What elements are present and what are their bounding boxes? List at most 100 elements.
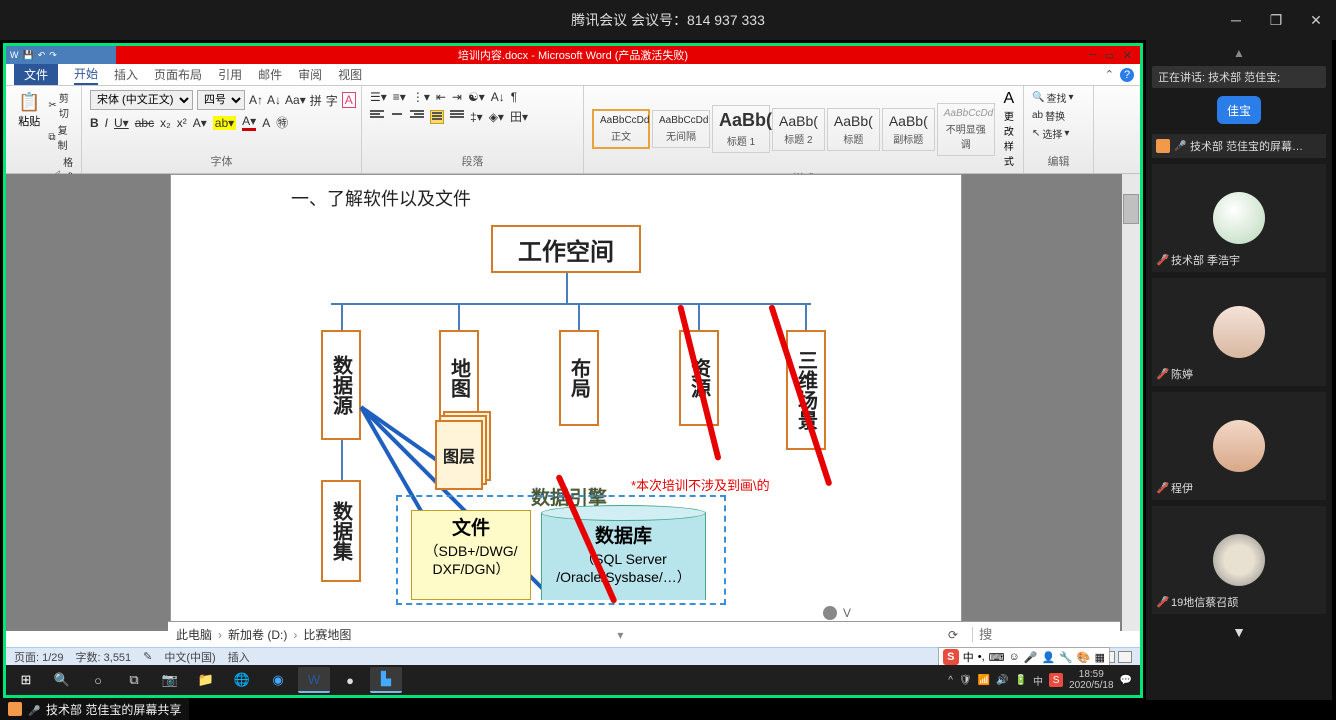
chrome-icon[interactable]: 🌐 <box>226 667 258 693</box>
status-lang[interactable]: 中文(中国) <box>164 649 215 665</box>
breadcrumb-drive[interactable]: 新加卷 (D:) <box>228 626 287 643</box>
word-taskbar-icon[interactable]: W <box>298 667 330 693</box>
camera-icon[interactable]: 📷 <box>154 667 186 693</box>
undo-icon[interactable]: ↶ <box>38 50 46 61</box>
style-subtle[interactable]: AaBbCcDd不明显强调 <box>937 103 995 156</box>
ime-toolbar[interactable]: S 中 •, ⌨ ☺ 🎤 👤 🔧 🎨 ▦ <box>938 647 1110 667</box>
start-button[interactable]: ⊞ <box>10 667 42 693</box>
ribbon-collapse-icon[interactable]: ⌃ <box>1105 68 1114 82</box>
box-icon[interactable]: ▦ <box>1095 651 1105 664</box>
italic-button[interactable]: I <box>105 116 108 130</box>
app-icon-tan[interactable]: ● <box>334 667 366 693</box>
breadcrumb-root[interactable]: 此电脑 <box>176 626 212 643</box>
indent-inc-button[interactable]: ⇥ <box>452 90 462 104</box>
copy-button[interactable]: ⧉复制 <box>48 122 73 152</box>
style-nospacing[interactable]: AaBbCcDd无间隔 <box>652 110 710 148</box>
tab-file[interactable]: 文件 <box>14 64 58 85</box>
shrink-font-button[interactable]: A↓ <box>267 93 281 107</box>
word-maximize-button[interactable]: ▭ <box>1104 49 1114 62</box>
cut-button[interactable]: ✂剪切 <box>48 90 73 120</box>
style-heading1[interactable]: AaBb(标题 1 <box>712 105 770 153</box>
quick-access-toolbar[interactable]: W 💾 ↶ ↷ <box>6 46 116 64</box>
ime-lang[interactable]: 中 <box>963 649 974 665</box>
keyboard-icon[interactable]: ⌨ <box>989 651 1005 664</box>
sort-button[interactable]: A↓ <box>491 90 505 104</box>
participant-card[interactable]: 陈婷 <box>1152 278 1326 386</box>
redo-icon[interactable]: ↷ <box>49 50 57 61</box>
screen-share-indicator[interactable]: 技术部 范佳宝的屏幕… <box>1152 134 1326 158</box>
volume-icon[interactable]: 🔊 <box>996 675 1008 686</box>
search-button[interactable]: 🔍 <box>46 667 78 693</box>
tab-home[interactable]: 开始 <box>74 65 98 85</box>
participant-card[interactable]: 技术部 季浩宇 <box>1152 164 1326 272</box>
person-icon[interactable]: 👤 <box>1041 651 1055 664</box>
minimize-button[interactable]: ─ <box>1216 0 1256 40</box>
line-spacing-button[interactable]: ‡▾ <box>470 110 483 124</box>
tab-review[interactable]: 审阅 <box>298 66 322 83</box>
skin-icon[interactable]: 🎨 <box>1077 651 1091 664</box>
multilevel-button[interactable]: ⋮▾ <box>412 90 430 104</box>
style-normal[interactable]: AaBbCcDd正文 <box>592 109 650 149</box>
bullets-button[interactable]: ☰▾ <box>370 90 387 104</box>
wifi-icon[interactable]: 📶 <box>978 675 990 686</box>
align-center-button[interactable] <box>390 110 404 124</box>
cortana-icon[interactable]: ○ <box>82 667 114 693</box>
close-button[interactable]: ✕ <box>1296 0 1336 40</box>
ime-tray-icon[interactable]: 中 <box>1033 673 1043 688</box>
tab-references[interactable]: 引用 <box>218 66 242 83</box>
participant-card[interactable]: 程伊 <box>1152 392 1326 500</box>
highlight-button[interactable]: ab▾ <box>213 116 236 130</box>
status-mode[interactable]: 插入 <box>228 649 250 665</box>
scroll-down-button[interactable]: ▼ <box>1152 620 1326 644</box>
strike-button[interactable]: abc <box>135 116 154 130</box>
enclose-char-button[interactable]: ㊕ <box>276 114 288 131</box>
style-title[interactable]: AaBb(标题 <box>827 108 880 151</box>
change-case-button[interactable]: Aa▾ <box>285 93 306 107</box>
font-size-select[interactable]: 四号 <box>197 90 245 110</box>
borders-button[interactable]: 田▾ <box>510 108 528 125</box>
save-icon[interactable]: 💾 <box>23 50 34 61</box>
status-proof-icon[interactable]: ✎ <box>143 650 152 663</box>
change-styles-button[interactable]: A 更改样式 <box>1003 90 1015 168</box>
char-border-button[interactable]: 字 <box>326 92 338 109</box>
phonetic-guide-button[interactable]: 拼 <box>310 92 322 109</box>
mic-icon[interactable]: 🎤 <box>1024 651 1038 664</box>
char-shading-button[interactable]: A <box>262 116 270 130</box>
bold-button[interactable]: B <box>90 116 99 130</box>
indent-dec-button[interactable]: ⇤ <box>436 90 446 104</box>
numbering-button[interactable]: ≡▾ <box>393 90 406 104</box>
align-justify-button[interactable] <box>430 110 444 124</box>
sogou-tray-icon[interactable]: S <box>1049 673 1063 687</box>
vertical-scrollbar[interactable] <box>1122 174 1140 631</box>
app-icon-blue[interactable]: ◉ <box>262 667 294 693</box>
style-heading2[interactable]: AaBb(标题 2 <box>772 108 825 151</box>
word-minimize-button[interactable]: ─ <box>1089 49 1097 62</box>
search-input[interactable] <box>972 627 1112 642</box>
participant-card[interactable]: 19地信蔡召颉 <box>1152 506 1326 614</box>
sogou-icon[interactable]: S <box>943 649 959 665</box>
shading-button[interactable]: ◈▾ <box>489 110 504 124</box>
show-marks-button[interactable]: ¶ <box>511 90 517 104</box>
breadcrumb-folder[interactable]: 比赛地图 <box>303 626 351 643</box>
status-page[interactable]: 页面: 1/29 <box>14 649 64 665</box>
align-distribute-button[interactable] <box>450 110 464 124</box>
align-left-button[interactable] <box>370 110 384 124</box>
system-tray[interactable]: ^ 🛡 📶 🔊 🔋 中 S 18:59 2020/5/18 💬 <box>948 669 1140 691</box>
reload-icon[interactable]: ⟳ <box>948 628 958 642</box>
tab-layout[interactable]: 页面布局 <box>154 66 202 83</box>
clear-format-button[interactable]: A <box>342 92 356 108</box>
underline-button[interactable]: U▾ <box>114 116 129 130</box>
replace-button[interactable]: ab替换 <box>1032 108 1085 123</box>
document-area[interactable]: 一、了解软件以及文件 工作空间 数据源 地图 布局 资源 三维场景 <box>6 174 1140 631</box>
scroll-up-button[interactable]: ▲ <box>1152 46 1326 60</box>
battery-icon[interactable]: 🔋 <box>1015 675 1027 686</box>
scrollbar-thumb[interactable] <box>1123 194 1139 224</box>
notifications-icon[interactable]: 💬 <box>1120 675 1132 686</box>
text-effects-button[interactable]: A▾ <box>193 116 207 130</box>
find-button[interactable]: 🔍查找▾ <box>1032 90 1085 105</box>
align-right-button[interactable] <box>410 110 424 124</box>
security-icon[interactable]: 🛡 <box>959 675 972 686</box>
grow-font-button[interactable]: A↑ <box>249 93 263 107</box>
explorer-icon[interactable]: 📁 <box>190 667 222 693</box>
tencent-meeting-icon[interactable]: ▙ <box>370 667 402 693</box>
